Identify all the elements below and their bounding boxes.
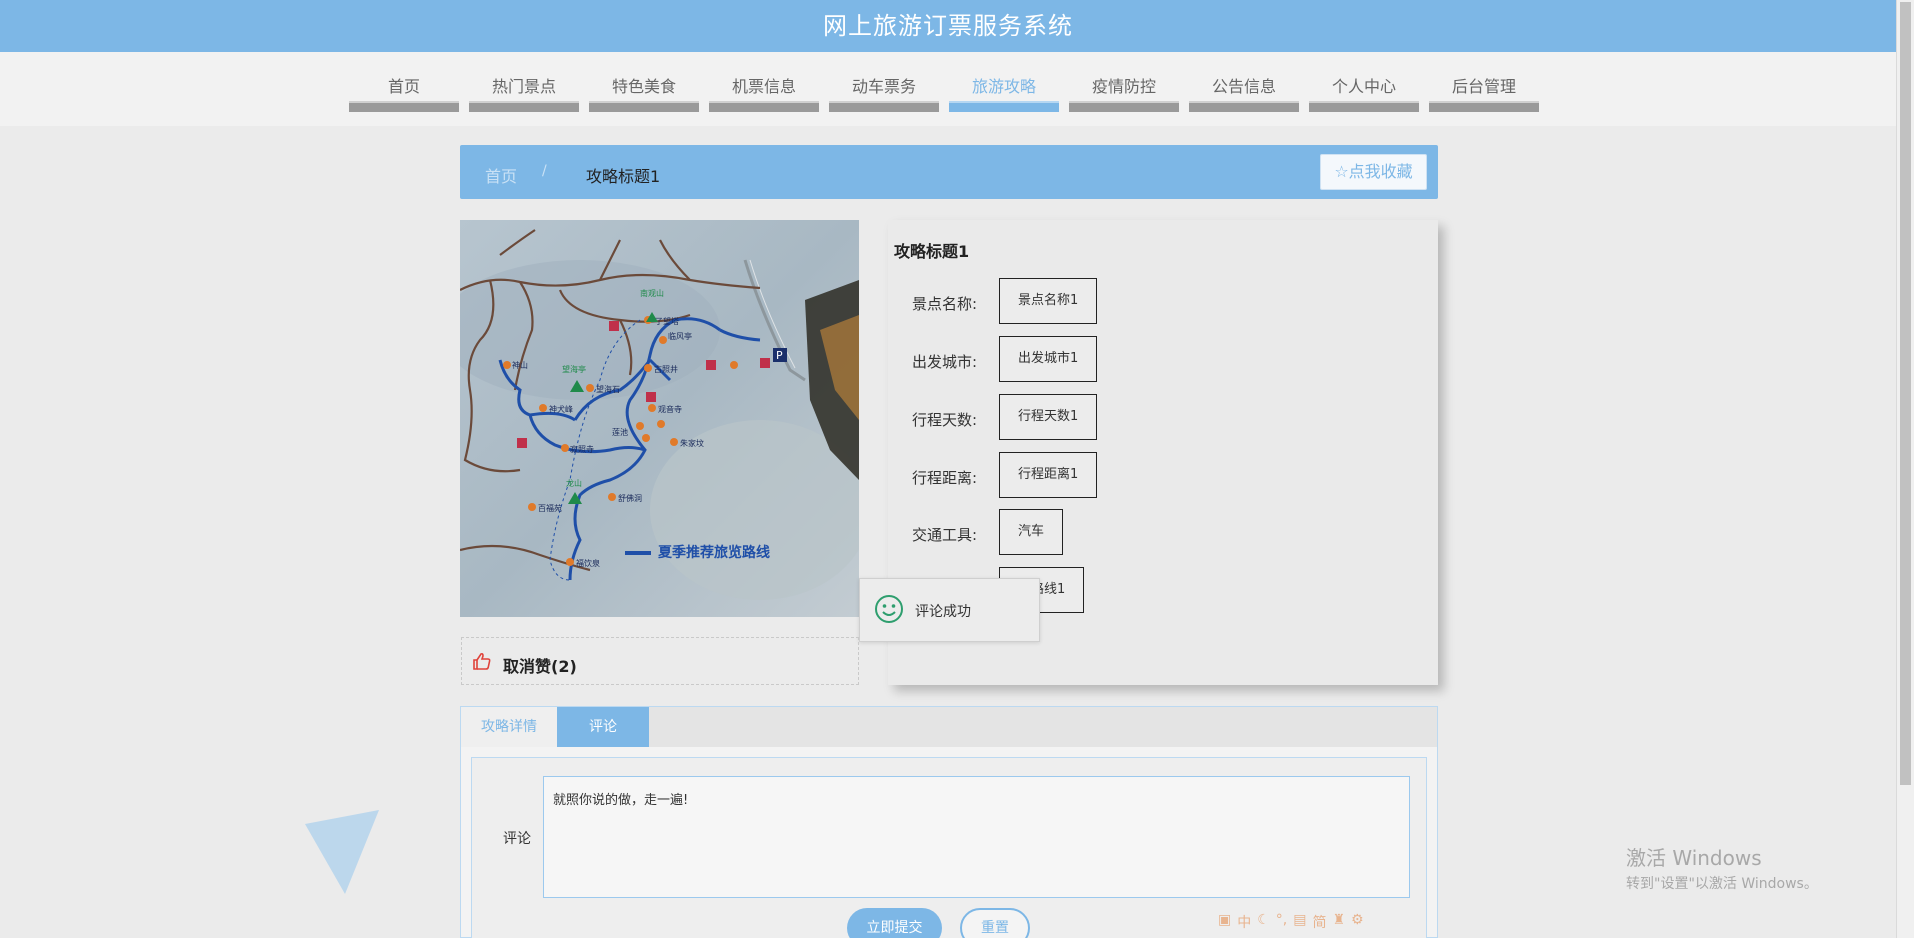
- svg-text:临风亭: 临风亭: [668, 331, 692, 341]
- comment-textarea[interactable]: 就照你说的做，走一遍!: [543, 776, 1410, 898]
- tab-bar: 攻略详情 评论: [461, 707, 1437, 747]
- watermark-line1: 激活 Windows: [1626, 846, 1762, 870]
- departure-city-label: 出发城市:: [912, 353, 978, 371]
- nav-item-announcements[interactable]: 公告信息: [1189, 72, 1299, 112]
- scenic-route-map: P 南观山 了望塔 临风亭 神山 望海亭 望海石 古照井 神犬峰 观音寺 莲池 …: [460, 220, 859, 617]
- comment-label: 评论: [503, 831, 531, 847]
- svg-text:观音寺: 观音寺: [658, 404, 682, 414]
- site-header: 网上旅游订票服务系统: [0, 0, 1896, 52]
- thumbs-up-icon[interactable]: [472, 652, 492, 670]
- toast-message: 评论成功: [915, 604, 971, 620]
- svg-text:福饮泉: 福饮泉: [576, 558, 600, 568]
- transport-value: 汽车: [999, 509, 1064, 555]
- main-nav: 首页 热门景点 特色美食 机票信息 动车票务 旅游攻略 疫情防控 公告信息 个人…: [349, 72, 1549, 112]
- nav-item-admin[interactable]: 后台管理: [1429, 72, 1539, 112]
- svg-text:了望塔: 了望塔: [655, 316, 679, 326]
- nav-item-travel-guides[interactable]: 旅游攻略: [949, 72, 1059, 112]
- trip-distance-value: 行程距离1: [999, 452, 1098, 498]
- like-section: 取消赞(2): [461, 637, 859, 685]
- tray-chinese-mode[interactable]: 中: [1237, 912, 1251, 932]
- svg-text:望海亭: 望海亭: [562, 364, 586, 374]
- nav-item-label: 动车票务: [851, 77, 916, 96]
- nav-item-epidemic-control[interactable]: 疫情防控: [1069, 72, 1179, 112]
- star-outline-icon: ☆: [1334, 162, 1349, 181]
- tray-keyboard-icon[interactable]: ▤: [1293, 912, 1306, 932]
- breadcrumb-current: 攻略标题1: [586, 167, 661, 186]
- attraction-name-value: 景点名称1: [999, 278, 1098, 324]
- breadcrumb-home-link[interactable]: 首页: [485, 163, 517, 187]
- scrollbar-thumb[interactable]: [1900, 2, 1911, 785]
- submit-button[interactable]: 立即提交: [847, 908, 942, 938]
- site-title: 网上旅游订票服务系统: [823, 12, 1073, 40]
- svg-text:神犬峰: 神犬峰: [549, 404, 573, 414]
- main-nav-bar: 首页 热门景点 特色美食 机票信息 动车票务 旅游攻略 疫情防控 公告信息 个人…: [0, 52, 1896, 126]
- nav-item-flights[interactable]: 机票信息: [709, 72, 819, 112]
- svg-text:神山: 神山: [512, 360, 528, 370]
- nav-item-label: 个人中心: [1331, 77, 1396, 96]
- trip-days-value: 行程天数1: [999, 394, 1098, 440]
- guide-map-image: P 南观山 了望塔 临风亭 神山 望海亭 望海石 古照井 神犬峰 观音寺 莲池 …: [460, 220, 859, 617]
- attraction-name-label: 景点名称:: [912, 295, 978, 313]
- departure-city-value: 出发城市1: [999, 336, 1098, 382]
- decorative-triangle: [305, 810, 379, 894]
- svg-text:舒佛洞: 舒佛洞: [618, 493, 642, 503]
- reset-button[interactable]: 重置: [960, 908, 1030, 938]
- svg-text:古照井: 古照井: [654, 364, 678, 374]
- nav-item-label: 旅游攻略: [971, 77, 1036, 96]
- svg-text:望海石: 望海石: [596, 384, 620, 394]
- favorite-button[interactable]: ☆点我收藏: [1320, 154, 1427, 190]
- svg-text:朱家坟: 朱家坟: [680, 438, 704, 448]
- svg-text:莲池: 莲池: [612, 427, 628, 437]
- favorite-button-label: 点我收藏: [1348, 162, 1413, 181]
- tray-skin-icon[interactable]: ▣: [1218, 912, 1231, 932]
- trip-days-label: 行程天数:: [912, 411, 978, 429]
- nav-item-label: 疫情防控: [1091, 77, 1156, 96]
- nav-item-label: 机票信息: [731, 77, 796, 96]
- tray-punct-icon[interactable]: °,: [1276, 912, 1287, 932]
- svg-text:龙山: 龙山: [566, 478, 582, 488]
- nav-item-label: 特色美食: [611, 77, 676, 96]
- nav-item-train-tickets[interactable]: 动车票务: [829, 72, 939, 112]
- nav-item-label: 首页: [387, 77, 420, 96]
- breadcrumb-separator: /: [542, 163, 547, 179]
- nav-item-label: 公告信息: [1211, 77, 1276, 96]
- unlike-button[interactable]: 取消赞(2): [503, 653, 577, 677]
- ime-tray: ▣ 中 ☾ °, ▤ 简 ♜ ⚙: [1218, 912, 1364, 932]
- tray-moon-icon[interactable]: ☾: [1257, 912, 1270, 932]
- tab-guide-detail[interactable]: 攻略详情: [461, 707, 557, 747]
- toast-notification: 评论成功: [859, 578, 1040, 642]
- windows-activation-watermark: 激活 Windows 转到"设置"以激活 Windows。: [1626, 842, 1818, 893]
- trip-distance-label: 行程距离:: [912, 469, 978, 487]
- tray-simplified-mode[interactable]: 简: [1312, 912, 1326, 932]
- tray-settings-icon[interactable]: ⚙: [1351, 912, 1364, 932]
- nav-item-personal-center[interactable]: 个人中心: [1309, 72, 1419, 112]
- nav-item-home[interactable]: 首页: [349, 72, 459, 112]
- nav-item-hot-attractions[interactable]: 热门景点: [469, 72, 579, 112]
- breadcrumb: 首页 / 攻略标题1 ☆点我收藏: [460, 145, 1438, 199]
- tab-comment[interactable]: 评论: [557, 707, 649, 747]
- smile-icon: [875, 595, 903, 623]
- nav-item-label: 后台管理: [1451, 77, 1516, 96]
- svg-text:百福苑: 百福苑: [538, 503, 562, 513]
- tray-shirt-icon[interactable]: ♜: [1332, 912, 1345, 932]
- svg-text:寂照寺: 寂照寺: [570, 444, 594, 454]
- vertical-scrollbar[interactable]: [1896, 0, 1914, 938]
- transport-label: 交通工具:: [912, 526, 978, 544]
- nav-item-local-food[interactable]: 特色美食: [589, 72, 699, 112]
- svg-text:南观山: 南观山: [640, 288, 664, 298]
- svg-text:P: P: [776, 349, 783, 362]
- guide-title: 攻略标题1: [894, 242, 970, 261]
- nav-item-label: 热门景点: [491, 77, 556, 96]
- watermark-line2: 转到"设置"以激活 Windows。: [1626, 876, 1818, 892]
- tabs-panel: 攻略详情 评论 评论 就照你说的做，走一遍! 立即提交 重置: [460, 706, 1438, 938]
- map-legend: 夏季推荐旅览路线: [658, 544, 770, 561]
- comment-form: 评论 就照你说的做，走一遍! 立即提交 重置: [471, 757, 1427, 938]
